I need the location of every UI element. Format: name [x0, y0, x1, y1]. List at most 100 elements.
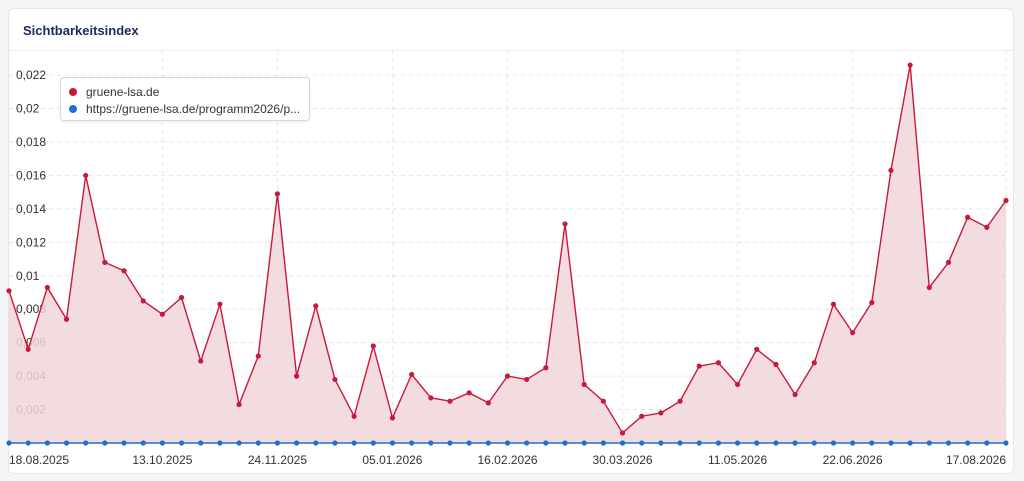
data-point-domain — [696, 363, 702, 369]
data-point-domain — [236, 401, 242, 408]
data-point-domain — [255, 353, 261, 359]
x-tick-label: 05.01.2026 — [362, 453, 422, 467]
data-point-url — [159, 440, 165, 446]
x-tick-label: 18.08.2025 — [9, 453, 69, 467]
legend-label-domain: gruene-lsa.de — [86, 84, 160, 99]
data-point-domain — [907, 62, 913, 68]
data-point-url — [370, 440, 376, 446]
data-point-url — [198, 440, 204, 446]
data-point-domain — [83, 172, 89, 179]
y-tick-label: 0,014 — [16, 202, 46, 216]
data-point-url — [619, 440, 626, 446]
data-point-url — [907, 440, 913, 446]
chart-legend: gruene-lsa.de https://gruene-lsa.de/prog… — [60, 77, 310, 121]
data-point-url — [811, 440, 817, 446]
x-tick-label: 16.02.2026 — [477, 453, 537, 467]
y-tick-label: 0,018 — [16, 135, 46, 149]
data-point-domain — [274, 191, 281, 197]
data-point-url — [600, 440, 606, 446]
data-point-domain — [965, 214, 971, 220]
data-point-url — [965, 440, 971, 446]
data-point-domain — [543, 365, 549, 371]
data-point-url — [293, 440, 300, 446]
data-point-url — [236, 440, 242, 446]
data-point-domain — [198, 358, 204, 364]
data-point-url — [6, 440, 12, 446]
data-point-domain — [389, 415, 396, 421]
data-point-domain — [140, 298, 146, 304]
data-point-url — [696, 440, 702, 446]
data-point-url — [677, 440, 683, 446]
data-point-url — [389, 440, 396, 446]
data-point-domain — [600, 398, 606, 404]
data-point-domain — [581, 381, 587, 388]
legend-dot-blue-icon — [69, 104, 77, 113]
x-tick-label: 24.11.2025 — [248, 453, 307, 467]
y-tick-label: 0,02 — [16, 102, 40, 116]
data-point-url — [351, 440, 357, 446]
data-point-url — [984, 440, 990, 446]
data-point-url — [562, 440, 568, 446]
data-point-url — [44, 440, 50, 446]
data-point-domain — [332, 376, 338, 383]
data-point-url — [524, 440, 530, 446]
y-tick-label: 0,012 — [16, 235, 46, 249]
visibility-chart: 0,0020,0040,0060,0080,010,0120,0140,0160… — [6, 50, 1009, 467]
data-point-domain — [102, 259, 108, 265]
data-point-domain — [44, 284, 50, 291]
data-point-domain — [6, 288, 12, 294]
data-point-url — [543, 440, 549, 446]
data-point-url — [658, 440, 664, 446]
data-point-url — [888, 440, 894, 446]
data-point-domain — [293, 373, 300, 379]
data-point-url — [1003, 440, 1009, 446]
data-point-domain — [926, 284, 932, 291]
legend-item-domain[interactable]: gruene-lsa.de — [69, 83, 301, 100]
data-point-url — [332, 440, 338, 446]
data-point-domain — [945, 259, 952, 265]
data-point-domain — [313, 303, 319, 309]
data-point-url — [217, 440, 223, 446]
data-point-url — [639, 440, 645, 446]
data-point-domain — [351, 413, 357, 419]
legend-item-url[interactable]: https://gruene-lsa.de/programm2026/p... — [69, 100, 301, 117]
data-point-url — [466, 440, 472, 446]
data-point-domain — [830, 301, 837, 307]
y-tick-label: 0,016 — [16, 168, 46, 182]
data-point-url — [447, 440, 453, 446]
data-point-url — [63, 440, 70, 446]
data-point-url — [102, 440, 108, 446]
data-point-domain — [370, 343, 376, 349]
data-point-url — [428, 440, 434, 446]
data-point-domain — [121, 268, 127, 274]
data-point-url — [926, 440, 932, 446]
data-point-domain — [1003, 197, 1009, 204]
data-point-url — [313, 440, 319, 446]
data-point-url — [945, 440, 952, 446]
data-point-domain — [619, 430, 626, 436]
data-point-domain — [639, 413, 645, 419]
data-point-domain — [524, 376, 530, 383]
x-tick-label: 17.08.2026 — [946, 453, 1006, 467]
data-point-url — [850, 440, 856, 446]
y-tick-label: 0,01 — [16, 269, 40, 283]
legend-label-url: https://gruene-lsa.de/programm2026/p... — [86, 101, 301, 116]
data-point-url — [485, 440, 491, 446]
x-tick-label: 30.03.2026 — [593, 453, 653, 467]
data-point-url — [121, 440, 127, 446]
x-tick-label: 13.10.2025 — [132, 453, 192, 467]
data-point-url — [504, 440, 511, 446]
data-point-url — [754, 440, 760, 446]
data-point-domain — [734, 381, 741, 388]
data-point-url — [409, 440, 415, 446]
data-point-domain — [25, 346, 31, 352]
data-point-domain — [792, 391, 798, 398]
data-point-domain — [504, 373, 511, 379]
data-point-domain — [811, 360, 817, 366]
data-point-domain — [466, 390, 472, 396]
data-point-url — [178, 440, 185, 446]
series-area-domain — [9, 65, 1006, 444]
data-point-url — [274, 440, 281, 446]
data-point-domain — [428, 395, 434, 401]
x-tick-label: 11.05.2026 — [708, 453, 767, 467]
